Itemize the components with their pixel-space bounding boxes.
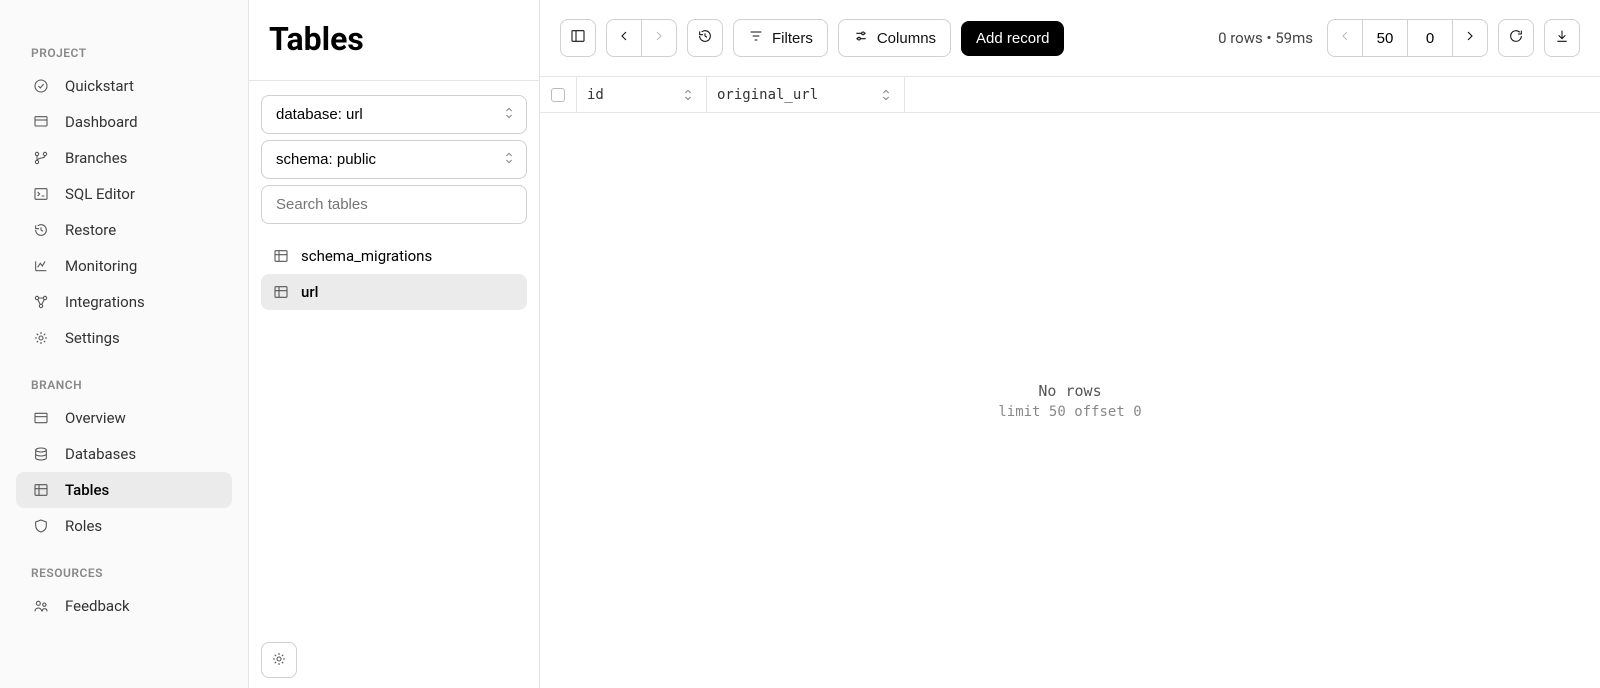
refresh-button[interactable] xyxy=(1498,19,1534,57)
sidebar: PROJECT Quickstart Dashboard Branches SQ… xyxy=(0,0,249,688)
dashboard-icon xyxy=(32,113,50,131)
sidebar-label: Dashboard xyxy=(65,113,138,131)
table-icon xyxy=(32,481,50,499)
chart-line-icon xyxy=(32,257,50,275)
sidebar-item-roles[interactable]: Roles xyxy=(16,508,232,544)
filters-button[interactable]: Filters xyxy=(733,19,828,57)
table-icon xyxy=(273,248,289,264)
panel-icon xyxy=(32,409,50,427)
sidebar-label: SQL Editor xyxy=(65,185,135,203)
chevron-left-icon xyxy=(1337,28,1353,48)
chevron-right-icon xyxy=(651,28,667,48)
sidebar-label: Branches xyxy=(65,149,127,167)
page-prev-button[interactable] xyxy=(1327,19,1363,57)
download-button[interactable] xyxy=(1544,19,1580,57)
sidebar-item-restore[interactable]: Restore xyxy=(16,212,232,248)
limit-input[interactable] xyxy=(1362,19,1408,57)
sidebar-item-monitoring[interactable]: Monitoring xyxy=(16,248,232,284)
sidebar-item-feedback[interactable]: Feedback xyxy=(16,588,232,624)
download-icon xyxy=(1554,28,1570,48)
history-icon xyxy=(697,28,713,48)
database-icon xyxy=(32,445,50,463)
chevron-left-icon xyxy=(616,28,632,48)
shield-icon xyxy=(32,517,50,535)
refresh-icon xyxy=(1508,28,1524,48)
toolbar: Filters Columns Add record 0 rows • 59ms xyxy=(540,0,1600,77)
main-content: Filters Columns Add record 0 rows • 59ms xyxy=(540,0,1600,688)
select-all-checkbox[interactable] xyxy=(551,88,565,102)
columns-button[interactable]: Columns xyxy=(838,19,951,57)
column-name: id xyxy=(587,87,604,103)
table-item-url[interactable]: url xyxy=(261,274,527,310)
page-next-button[interactable] xyxy=(1452,19,1488,57)
sidebar-label: Integrations xyxy=(65,293,145,311)
search-tables-input[interactable] xyxy=(261,185,527,224)
check-circle-icon xyxy=(32,77,50,95)
tables-panel: Tables database: url schema: public sche… xyxy=(249,0,540,688)
table-item-label: url xyxy=(301,283,318,301)
terminal-icon xyxy=(32,185,50,203)
filters-label: Filters xyxy=(772,30,813,47)
table-item-label: schema_migrations xyxy=(301,247,432,265)
schema-select[interactable]: schema: public xyxy=(261,140,527,179)
table-settings-button[interactable] xyxy=(261,642,297,678)
pagination-segment xyxy=(1327,19,1488,57)
sidebar-item-databases[interactable]: Databases xyxy=(16,436,232,472)
column-header-original-url[interactable]: original_url xyxy=(707,77,905,112)
sidebar-label: Restore xyxy=(65,221,116,239)
offset-input[interactable] xyxy=(1407,19,1453,57)
section-label-resources: RESOURCES xyxy=(0,558,248,588)
sidebar-label: Monitoring xyxy=(65,257,137,275)
grid-body: No rows limit 50 offset 0 xyxy=(540,113,1600,688)
page-title: Tables xyxy=(249,0,539,81)
panel-left-icon xyxy=(570,28,586,48)
sidebar-item-sql-editor[interactable]: SQL Editor xyxy=(16,176,232,212)
add-record-button[interactable]: Add record xyxy=(961,21,1064,56)
people-icon xyxy=(32,597,50,615)
database-select[interactable]: database: url xyxy=(261,95,527,134)
nav-forward-button[interactable] xyxy=(641,19,677,57)
empty-state-sub: limit 50 offset 0 xyxy=(998,404,1141,420)
section-label-branch: BRANCH xyxy=(0,370,248,400)
history-button[interactable] xyxy=(687,19,723,57)
table-icon xyxy=(273,284,289,300)
sidebar-label: Databases xyxy=(65,445,136,463)
section-label-project: PROJECT xyxy=(0,38,248,68)
table-item-schema-migrations[interactable]: schema_migrations xyxy=(261,238,527,274)
filter-icon xyxy=(748,28,764,48)
sliders-icon xyxy=(853,28,869,48)
git-branch-icon xyxy=(32,149,50,167)
chevron-right-icon xyxy=(1462,28,1478,48)
sidebar-label: Tables xyxy=(65,481,109,499)
sidebar-label: Overview xyxy=(65,409,126,427)
grid-header: id original_url xyxy=(540,77,1600,113)
sidebar-label: Feedback xyxy=(65,597,130,615)
sidebar-label: Roles xyxy=(65,517,102,535)
sidebar-item-integrations[interactable]: Integrations xyxy=(16,284,232,320)
column-name: original_url xyxy=(717,87,818,103)
sidebar-item-overview[interactable]: Overview xyxy=(16,400,232,436)
toggle-sidebar-button[interactable] xyxy=(560,19,596,57)
nav-segment xyxy=(606,19,677,57)
empty-state-main: No rows xyxy=(1038,382,1101,400)
nodes-icon xyxy=(32,293,50,311)
sidebar-label: Settings xyxy=(65,329,120,347)
sort-icon[interactable] xyxy=(680,87,696,103)
gear-icon xyxy=(271,651,287,670)
history-icon xyxy=(32,221,50,239)
sidebar-item-settings[interactable]: Settings xyxy=(16,320,232,356)
sidebar-item-dashboard[interactable]: Dashboard xyxy=(16,104,232,140)
sidebar-item-branches[interactable]: Branches xyxy=(16,140,232,176)
column-header-id[interactable]: id xyxy=(577,77,707,112)
rows-status: 0 rows • 59ms xyxy=(1218,29,1313,47)
nav-back-button[interactable] xyxy=(606,19,642,57)
sort-icon[interactable] xyxy=(878,87,894,103)
sidebar-item-tables[interactable]: Tables xyxy=(16,472,232,508)
gear-icon xyxy=(32,329,50,347)
sidebar-item-quickstart[interactable]: Quickstart xyxy=(16,68,232,104)
sidebar-label: Quickstart xyxy=(65,77,134,95)
select-all-cell xyxy=(540,77,577,112)
columns-label: Columns xyxy=(877,30,936,47)
